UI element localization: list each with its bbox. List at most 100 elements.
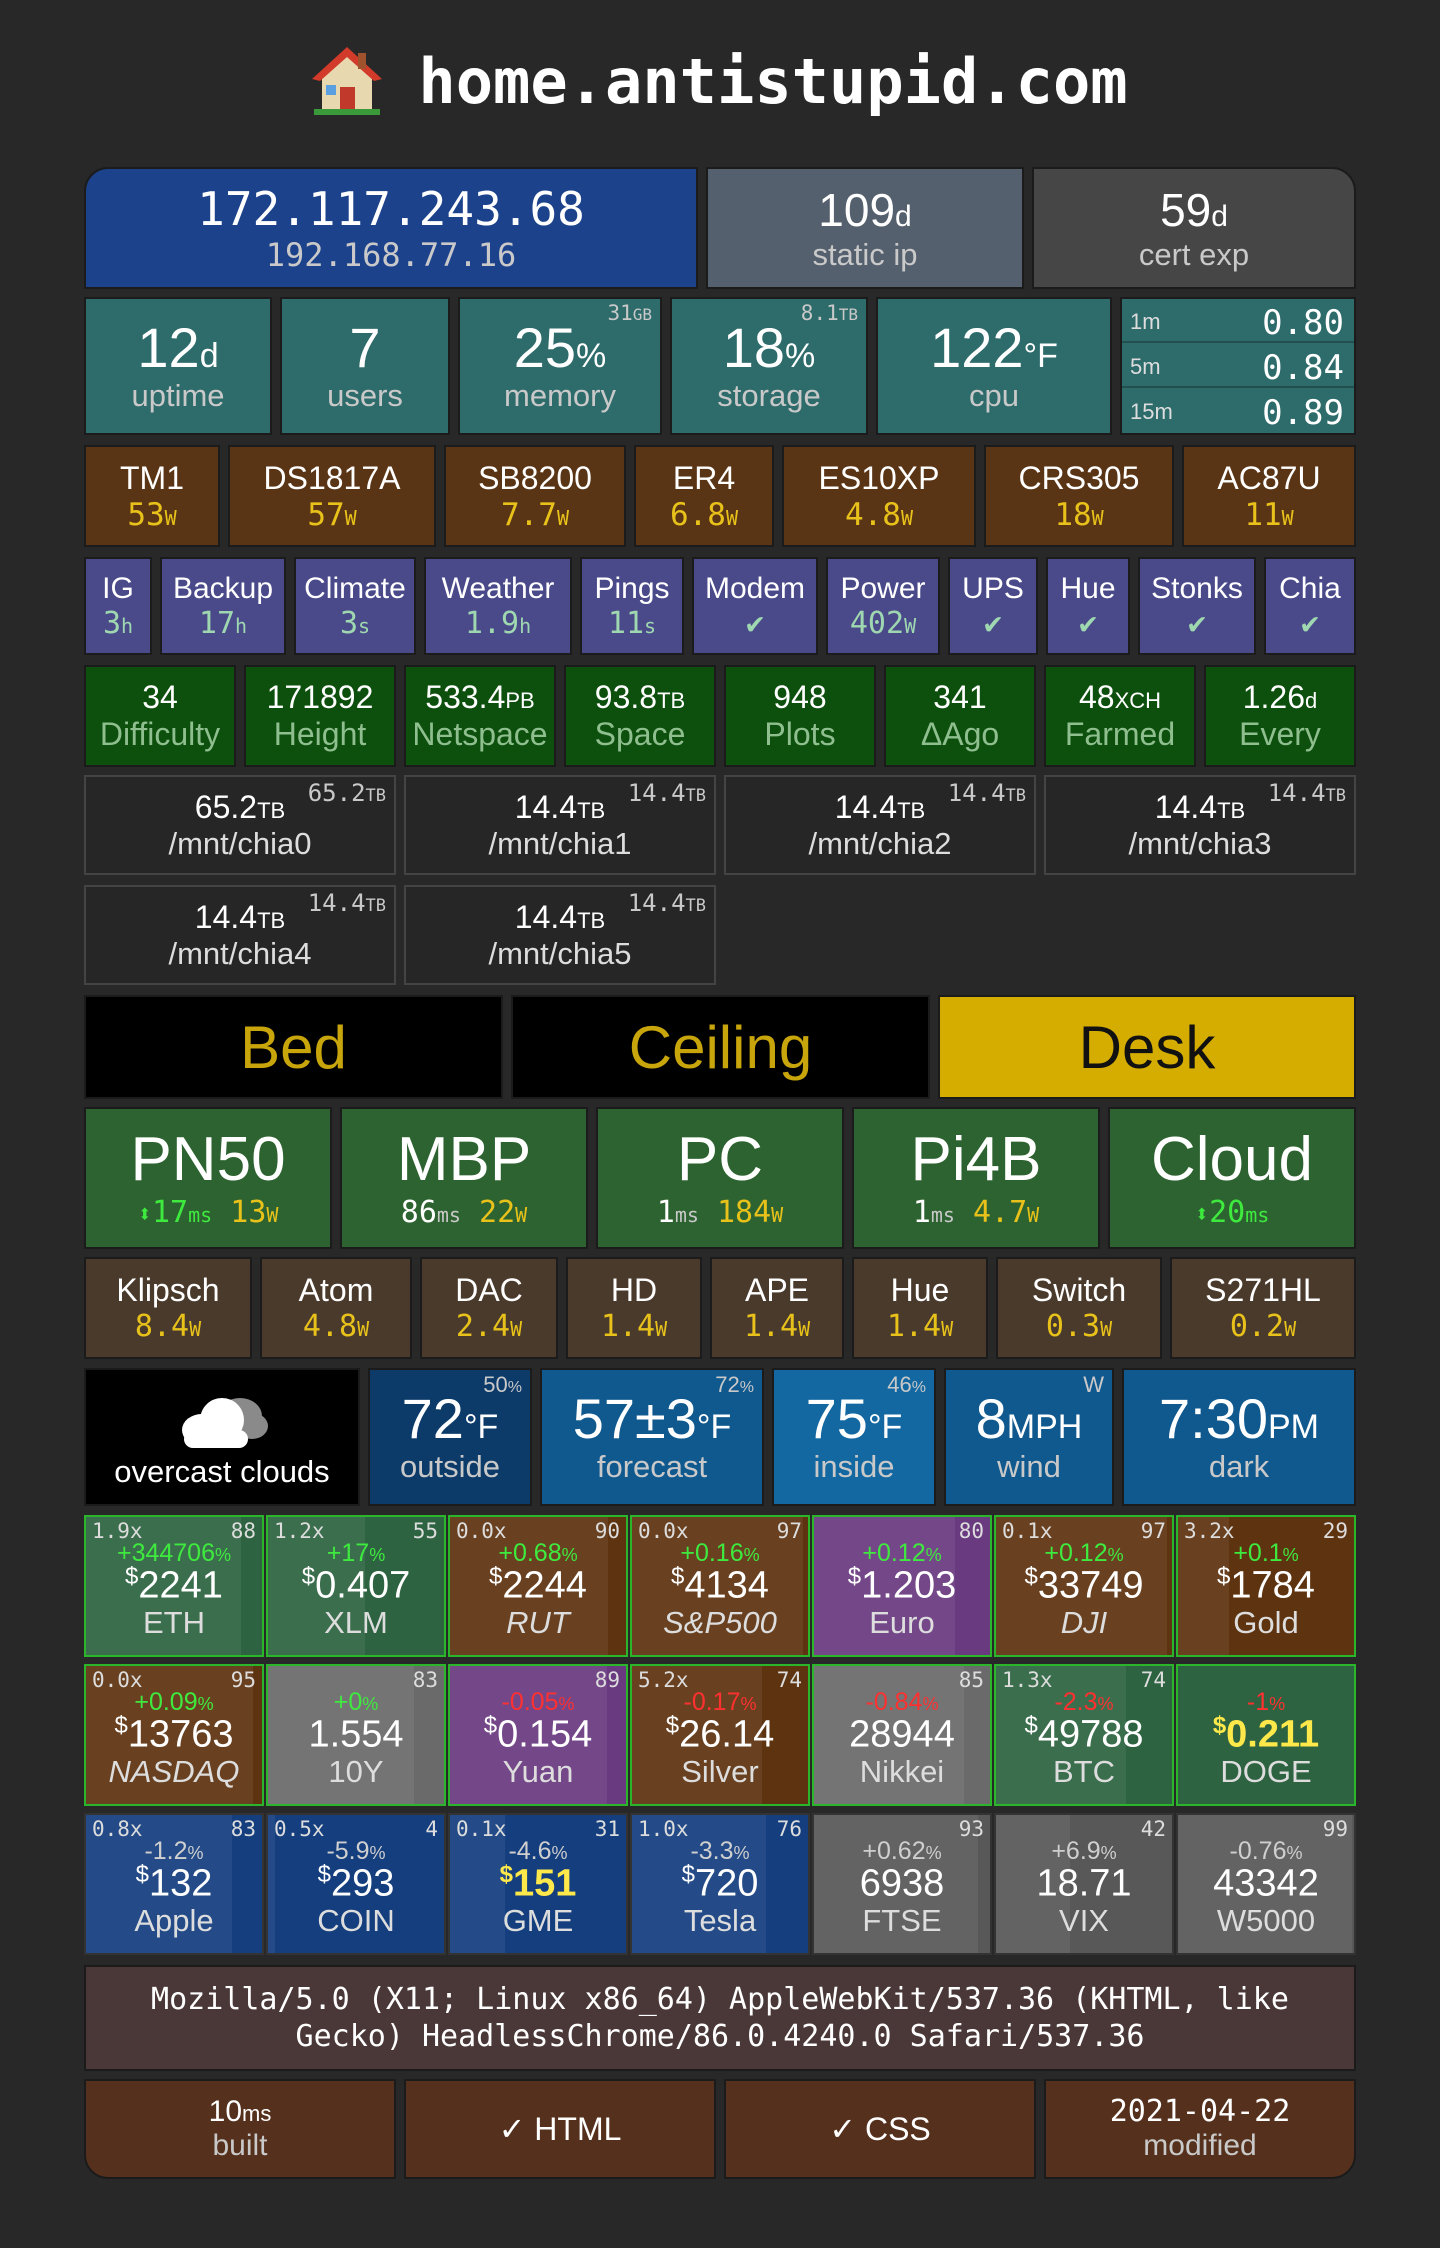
modified-date: 2021-04-22 bbox=[1109, 2094, 1291, 2130]
market-name: RUT bbox=[506, 1605, 570, 1640]
job-name: Climate bbox=[304, 571, 406, 605]
house-icon bbox=[312, 45, 383, 117]
power-device-name: SB8200 bbox=[478, 459, 592, 496]
wind-label: wind bbox=[997, 1448, 1061, 1484]
forecast-tile: 72% 57±3°F forecast bbox=[540, 1368, 764, 1506]
public-ip-tile: 172.117.243.68 192.168.77.16 bbox=[84, 167, 698, 289]
host-name: Pi4B bbox=[910, 1125, 1042, 1195]
job-status: ✔ bbox=[745, 605, 765, 641]
load-row-1m: 1m 0.80 bbox=[1122, 299, 1354, 343]
job-status: 402W bbox=[849, 605, 917, 641]
mount-path: /mnt/chia4 bbox=[168, 935, 312, 971]
load-value: 0.84 bbox=[1262, 348, 1344, 388]
job-ups: UPS ✔ bbox=[948, 557, 1038, 655]
device-klipsch: Klipsch 8.4W bbox=[84, 1257, 252, 1359]
job-pings: Pings 11s bbox=[580, 557, 684, 655]
chia-stat-value: 34 bbox=[142, 679, 178, 715]
power-es10xp: ES10XP 4.8W bbox=[782, 445, 976, 547]
power-device-watts: 18W bbox=[1054, 496, 1104, 533]
memory-value: 25% bbox=[513, 315, 607, 379]
job-status: ✔ bbox=[1078, 605, 1098, 641]
light-toggle-ceiling[interactable]: Ceiling bbox=[511, 995, 930, 1099]
css-validator-link[interactable]: ✓ CSS bbox=[724, 2079, 1036, 2179]
weather-condition-tile: overcast clouds bbox=[84, 1368, 360, 1506]
mount-path: /mnt/chia3 bbox=[1128, 825, 1272, 861]
users-value: 7 bbox=[349, 315, 381, 379]
job-name: Hue bbox=[1060, 571, 1116, 605]
market-10y: 83 +0% 1.554 10Y bbox=[266, 1664, 446, 1806]
mount-path: /mnt/chia0 bbox=[168, 825, 312, 861]
light-toggle-bed[interactable]: Bed bbox=[84, 995, 503, 1099]
memory-label: memory bbox=[504, 377, 616, 413]
device-watts: 8.4W bbox=[134, 1309, 202, 1344]
market-name: Gold bbox=[1233, 1605, 1299, 1640]
host-stats: 1ms 184W bbox=[656, 1194, 784, 1230]
market-name: DOGE bbox=[1220, 1754, 1312, 1789]
mount-mnt-chia3: 14.4TB 14.4TB/mnt/chia3 bbox=[1044, 775, 1356, 875]
forecast-label: forecast bbox=[596, 1448, 708, 1484]
market-ftse: 93 +0.62% 6938 FTSE bbox=[812, 1813, 992, 1955]
device-name: DAC bbox=[455, 1272, 523, 1308]
chia-stat-label: Every bbox=[1239, 716, 1321, 752]
built-label: built bbox=[212, 2128, 268, 2162]
wind-speed: 8MPH bbox=[975, 1386, 1083, 1450]
mount-used: 14.4TB bbox=[834, 788, 926, 825]
html-valid[interactable]: ✓ HTML bbox=[499, 2110, 622, 2148]
job-name: Pings bbox=[594, 571, 670, 605]
job-name: Chia bbox=[1279, 571, 1341, 605]
device-hue: Hue 1.4W bbox=[852, 1257, 988, 1359]
power-device-name: DS1817A bbox=[263, 459, 401, 496]
job-backup: Backup 17h bbox=[160, 557, 286, 655]
power-tm1: TM1 53W bbox=[84, 445, 220, 547]
host-stats: ⬍17ms 13W bbox=[137, 1194, 279, 1230]
local-ip: 192.168.77.16 bbox=[265, 236, 517, 274]
chia-stat-value: 171892 bbox=[266, 679, 374, 715]
light-name[interactable]: Bed bbox=[240, 1013, 347, 1082]
html-validator-link[interactable]: ✓ HTML bbox=[404, 2079, 716, 2179]
cert-exp-tile: 59d cert exp bbox=[1032, 167, 1356, 289]
job-name: Stonks bbox=[1151, 571, 1243, 605]
built-time-tile: 10ms built bbox=[84, 2079, 396, 2179]
device-name: Atom bbox=[298, 1272, 374, 1308]
load-row-15m: 15m 0.89 bbox=[1122, 389, 1354, 433]
market-name: FTSE bbox=[862, 1903, 942, 1938]
market-price: 6938 bbox=[859, 1862, 945, 1905]
market-name: DJI bbox=[1060, 1605, 1108, 1640]
cert-exp-value: 59d bbox=[1160, 184, 1228, 237]
market-name: BTC bbox=[1053, 1754, 1115, 1789]
market-w5000: 99 -0.76% 43342 W5000 bbox=[1176, 1813, 1356, 1955]
mount-used: 65.2TB bbox=[194, 788, 286, 825]
power-device-watts: 4.8W bbox=[844, 496, 914, 533]
outside-humidity: 50% bbox=[483, 1372, 522, 1397]
market-price: $26.14 bbox=[665, 1712, 775, 1756]
market-nikkei: 85 -0.84% 28944 Nikkei bbox=[812, 1664, 992, 1806]
power-device-name: ES10XP bbox=[818, 459, 940, 496]
host-pn50: PN50 ⬍17ms 13W bbox=[84, 1107, 332, 1249]
market-price: $4134 bbox=[671, 1563, 769, 1607]
light-toggle-desk[interactable]: Desk bbox=[938, 995, 1356, 1099]
chia-stat-netspace: 533.4PB Netspace bbox=[404, 665, 556, 767]
power-device-name: AC87U bbox=[1217, 459, 1321, 496]
job-weather: Weather 1.9h bbox=[424, 557, 572, 655]
host-cloud: Cloud ⬍20ms bbox=[1108, 1107, 1356, 1249]
market-tesla: 1.0x 76 -3.3% $720 Tesla bbox=[630, 1813, 810, 1955]
light-name[interactable]: Desk bbox=[1079, 1013, 1216, 1082]
device-name: Hue bbox=[890, 1272, 950, 1308]
css-valid[interactable]: ✓ CSS bbox=[829, 2110, 931, 2148]
user-agent: Mozilla/5.0 (X11; Linux x86_64) AppleWeb… bbox=[84, 1965, 1356, 2071]
users-label: users bbox=[327, 377, 403, 413]
wind-direction: W bbox=[1083, 1372, 1104, 1397]
power-ac87u: AC87U 11W bbox=[1182, 445, 1356, 547]
light-name[interactable]: Ceiling bbox=[629, 1013, 812, 1082]
job-status: ✔ bbox=[1300, 605, 1320, 641]
chia-stat-label: Farmed bbox=[1064, 716, 1176, 752]
market-price: $1.203 bbox=[847, 1563, 957, 1607]
modified-label: modified bbox=[1143, 2129, 1257, 2163]
job-status: ✔ bbox=[1187, 605, 1207, 641]
job-chia: Chia ✔ bbox=[1264, 557, 1356, 655]
mount-capacity: 14.4TB bbox=[1267, 779, 1346, 807]
host-name: PC bbox=[676, 1125, 764, 1195]
job-name: Power bbox=[840, 571, 926, 605]
device-watts: 1.4W bbox=[886, 1309, 954, 1344]
market-name: NASDAQ bbox=[108, 1754, 240, 1789]
